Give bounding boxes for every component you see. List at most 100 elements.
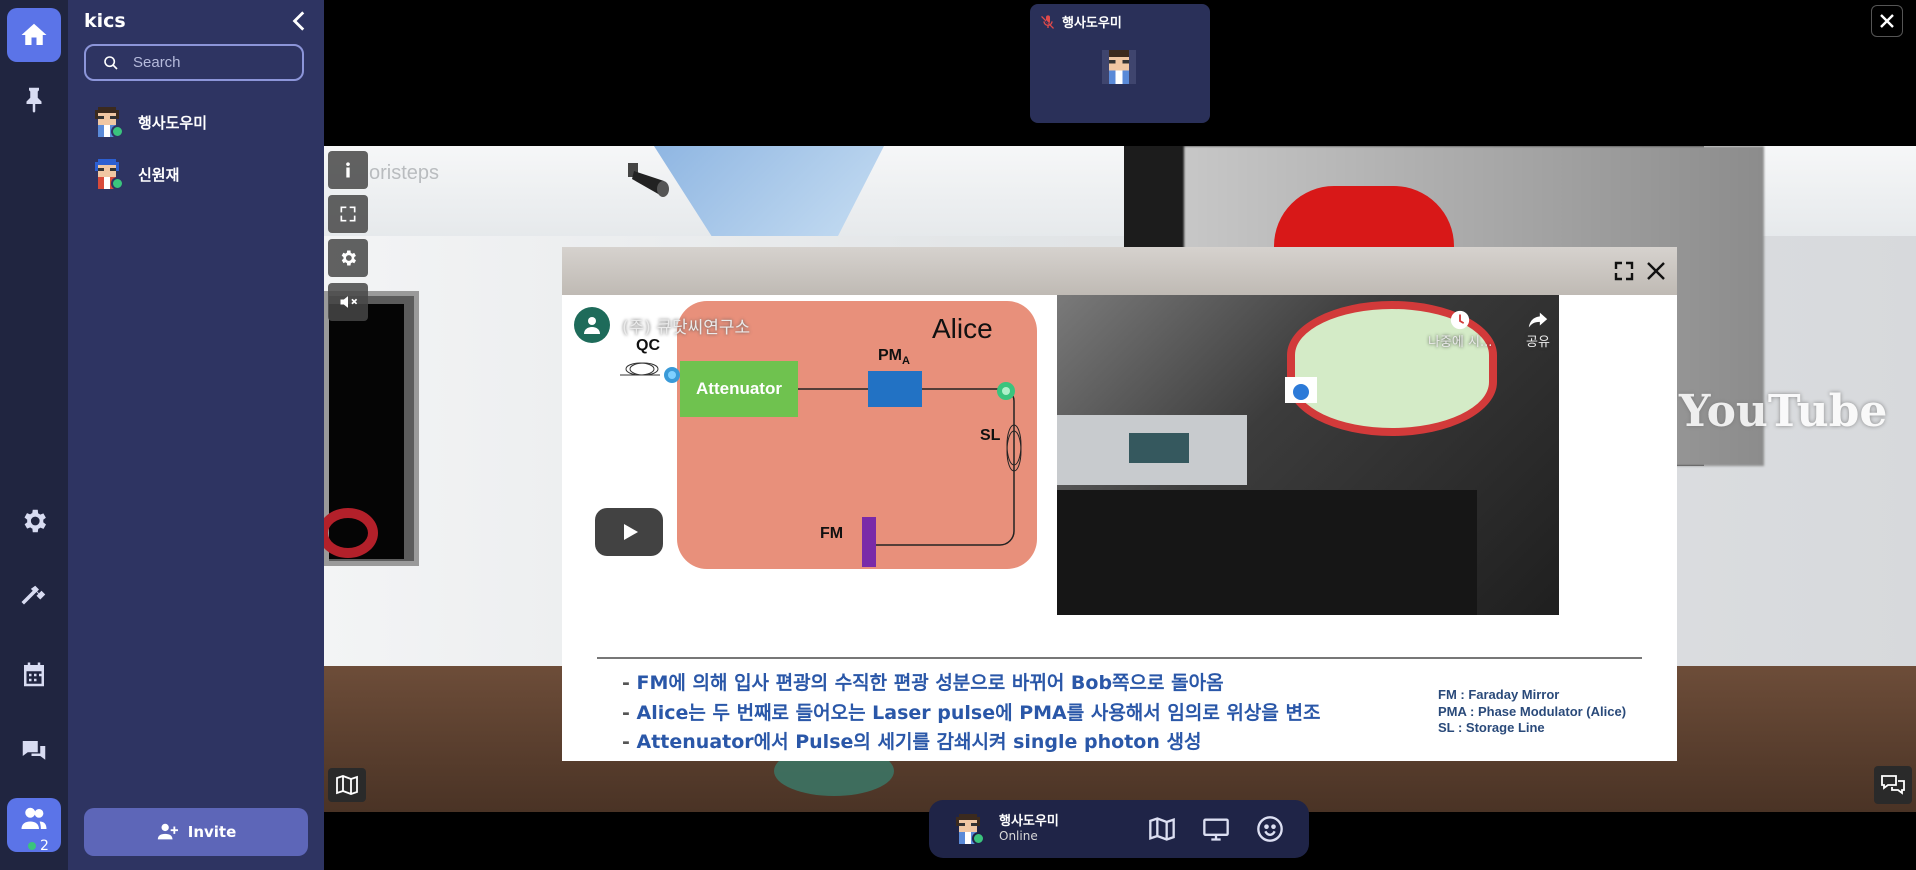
slide-pm-label: PMA xyxy=(878,347,910,368)
share-label: 공유 xyxy=(1526,335,1550,350)
add-user-icon xyxy=(157,823,178,840)
speaker-name: 행사도우미 xyxy=(1062,16,1122,31)
watch-later-button[interactable]: 나중에 시... xyxy=(1428,309,1492,350)
people-icon xyxy=(21,807,47,829)
video-modal: Alice QC Attenuator PMA SL FM (주) 큐닷씨연구소… xyxy=(562,247,1677,761)
slide-bullets: FM에 의해 입사 편광의 수직한 편광 성분으로 바뀌어 Bob쪽으로 돌아옴… xyxy=(622,669,1321,758)
chat-button[interactable] xyxy=(7,724,61,778)
optical-table xyxy=(1057,490,1477,615)
stage-chat-button[interactable] xyxy=(1874,766,1912,804)
fullscreen-icon xyxy=(340,206,356,222)
calendar-icon xyxy=(24,662,44,687)
map-icon xyxy=(1149,817,1175,841)
play-icon xyxy=(624,524,638,540)
close-video-button[interactable] xyxy=(1644,259,1668,283)
user-icon xyxy=(584,317,600,334)
invite-button[interactable]: Invite xyxy=(84,808,308,856)
minimap-button[interactable] xyxy=(328,768,366,802)
legend-item: PMA : Phase Modulator (Alice) xyxy=(1438,703,1627,719)
slide-attenuator: Attenuator xyxy=(680,361,798,417)
calendar-button[interactable] xyxy=(7,648,61,702)
member-name: 행사도우미 xyxy=(138,113,208,132)
chat-icon xyxy=(22,741,46,760)
slide-bullet: Attenuator에서 Pulse의 세기를 감쇄시켜 single phot… xyxy=(622,728,1320,758)
expand-video-button[interactable] xyxy=(1612,259,1636,283)
close-space-button[interactable] xyxy=(1871,5,1903,37)
play-button[interactable] xyxy=(595,508,663,556)
slide-bullet: Alice는 두 번째로 들어오는 Laser pulse에 PMA를 사용해서… xyxy=(622,699,1321,729)
screen-share-button[interactable] xyxy=(1201,814,1231,844)
emoji-button[interactable] xyxy=(1255,814,1285,844)
collapse-panel-button[interactable] xyxy=(287,8,313,34)
info-button[interactable] xyxy=(328,151,368,189)
youtube-player[interactable]: Alice QC Attenuator PMA SL FM (주) 큐닷씨연구소… xyxy=(562,295,1677,761)
pin-button[interactable] xyxy=(7,72,61,126)
avatar xyxy=(92,107,124,138)
info-icon xyxy=(346,162,350,178)
speaker-label: 행사도우미 xyxy=(1040,12,1122,31)
speaker-tile[interactable]: 행사도우미 xyxy=(1030,4,1210,123)
close-icon xyxy=(1647,262,1665,280)
smiley-icon xyxy=(1257,816,1283,842)
slide-legend: FM : Faraday Mirror PMA : Phase Modulato… xyxy=(1438,687,1626,737)
member-name: 신원재 xyxy=(138,165,180,184)
workspace-title: kics xyxy=(84,10,126,32)
search-icon xyxy=(104,55,118,70)
legend-item: FM : Faraday Mirror xyxy=(1438,687,1560,702)
bottom-toolbar: 행사도우미 Online xyxy=(929,800,1309,858)
avatar xyxy=(92,159,124,190)
slide-divider xyxy=(597,657,1642,659)
mute-audio-button[interactable] xyxy=(328,283,368,321)
legend-item: SL : Storage Line xyxy=(1438,720,1545,735)
settings-button[interactable] xyxy=(7,494,61,548)
channel-avatar xyxy=(574,307,610,343)
online-count-value: 2 xyxy=(40,838,49,854)
my-name: 행사도우미 xyxy=(999,814,1059,829)
share-icon xyxy=(1528,312,1548,328)
online-count: 2 xyxy=(28,838,49,854)
expand-icon xyxy=(1614,261,1634,281)
modal-header xyxy=(562,247,1677,295)
clock-icon xyxy=(1451,310,1470,330)
online-status-dot xyxy=(111,177,124,190)
brand-ghost-text: oristeps xyxy=(369,162,440,184)
online-dot xyxy=(28,842,36,850)
search-input[interactable] xyxy=(131,53,295,72)
mic-muted-icon xyxy=(1041,14,1054,29)
gear-icon xyxy=(24,509,47,533)
chat-bubbles-icon xyxy=(1881,775,1905,795)
avatar-pixel-art xyxy=(1102,50,1136,84)
instrument-screen xyxy=(1129,433,1189,463)
slide-bullet: FM에 의해 입사 편광의 수직한 편광 성분으로 바뀌어 Bob쪽으로 돌아옴 xyxy=(622,669,1320,699)
share-button[interactable]: 공유 xyxy=(1526,309,1550,350)
my-status: Online xyxy=(999,829,1038,843)
chevron-left-icon xyxy=(292,11,305,31)
spotlight-lamp xyxy=(628,163,669,197)
slide-fm-label: FM xyxy=(820,525,844,542)
monitor-icon xyxy=(1203,818,1229,841)
video-channel[interactable]: (주) 큐닷씨연구소 xyxy=(574,307,750,343)
slide-fm-bar xyxy=(862,517,876,567)
pin-icon xyxy=(26,87,42,113)
stage-settings-button[interactable] xyxy=(328,239,368,277)
member-item[interactable]: 신원재 xyxy=(92,156,179,192)
map-button[interactable] xyxy=(1147,814,1177,844)
slide-sl-label: SL xyxy=(980,427,1001,444)
youtube-wall-text: YouTube xyxy=(1679,386,1888,437)
gear-icon xyxy=(341,250,356,266)
my-avatar[interactable] xyxy=(953,814,985,845)
hammer-icon xyxy=(21,585,46,605)
member-item[interactable]: 행사도우미 xyxy=(92,104,207,140)
home-icon xyxy=(21,23,47,45)
build-button[interactable] xyxy=(7,570,61,624)
fullscreen-button[interactable] xyxy=(328,195,368,233)
close-icon xyxy=(1880,14,1894,28)
watch-later-label: 나중에 시... xyxy=(1428,335,1493,350)
online-status-dot xyxy=(972,832,985,845)
alice-mascot xyxy=(1293,384,1309,400)
members-panel: kics 행사도우미 신원재 Invite xyxy=(68,0,324,870)
home-button[interactable] xyxy=(7,8,61,62)
online-status-dot xyxy=(111,125,124,138)
map-icon xyxy=(336,775,358,795)
speaker-muted-icon xyxy=(340,296,358,308)
